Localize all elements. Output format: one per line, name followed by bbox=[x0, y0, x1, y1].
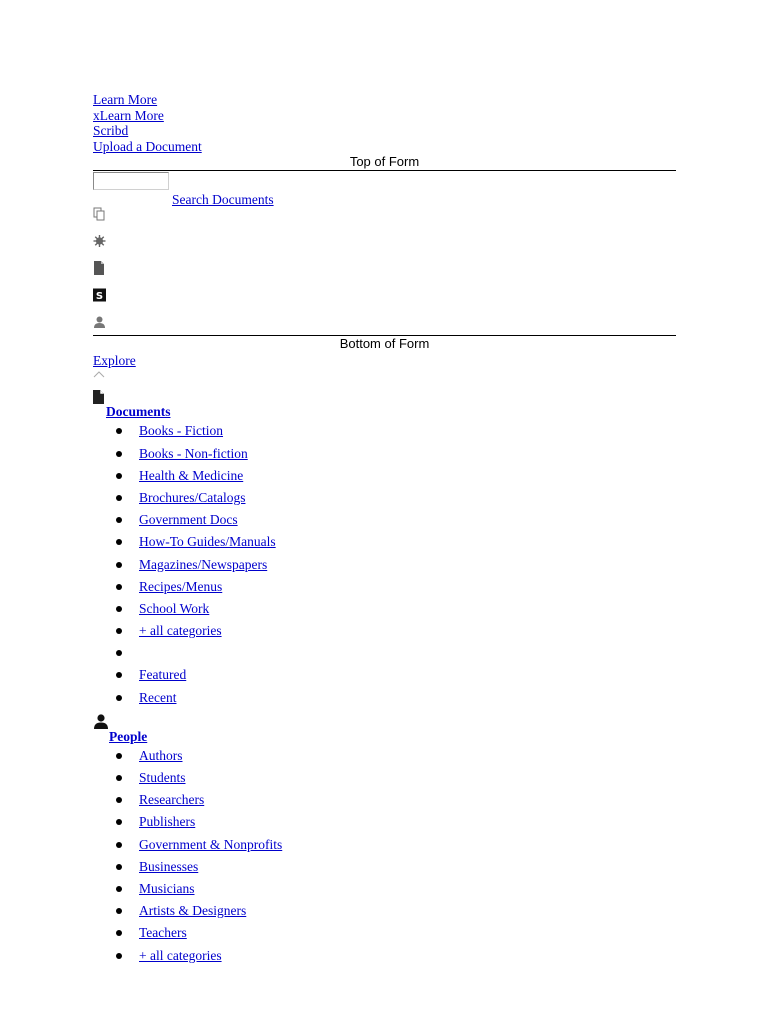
category-link[interactable]: How-To Guides/Manuals bbox=[139, 534, 276, 549]
people-heading-link[interactable]: People bbox=[109, 729, 676, 744]
list-item: Musicians bbox=[116, 881, 676, 903]
top-of-form-label: Top of Form bbox=[349, 154, 420, 170]
gear-icon[interactable] bbox=[93, 234, 106, 248]
documents-heading-link[interactable]: Documents bbox=[106, 404, 676, 419]
page-icon[interactable] bbox=[93, 261, 106, 276]
documents-category-list: Books - Fiction Books - Non-fiction Heal… bbox=[93, 423, 676, 711]
x-learn-more-link[interactable]: xLearn More bbox=[93, 108, 676, 124]
list-item: Artists & Designers bbox=[116, 903, 676, 925]
document-section-icon bbox=[93, 390, 104, 405]
list-item: Publishers bbox=[116, 814, 676, 836]
scribd-logo-icon[interactable]: S bbox=[93, 288, 106, 302]
list-item: Government Docs bbox=[116, 512, 676, 534]
list-item: Researchers bbox=[116, 792, 676, 814]
category-link[interactable]: Books - Non-fiction bbox=[139, 446, 248, 461]
list-item: Books - Non-fiction bbox=[116, 446, 676, 468]
page-content: Learn More xLearn More Scribd Upload a D… bbox=[93, 92, 676, 970]
list-item: Recipes/Menus bbox=[116, 579, 676, 601]
recent-link[interactable]: Recent bbox=[139, 690, 176, 705]
category-link[interactable]: Government Docs bbox=[139, 512, 238, 527]
category-link[interactable]: Authors bbox=[139, 748, 183, 763]
search-documents-link[interactable]: Search Documents bbox=[172, 192, 274, 208]
category-link[interactable]: Teachers bbox=[139, 925, 187, 940]
list-item: School Work bbox=[116, 601, 676, 623]
chevron-up-icon[interactable] bbox=[93, 368, 105, 380]
upload-document-link[interactable]: Upload a Document bbox=[93, 139, 676, 155]
category-link[interactable]: Researchers bbox=[139, 792, 204, 807]
category-link[interactable]: Magazines/Newspapers bbox=[139, 557, 267, 572]
scribd-link[interactable]: Scribd bbox=[93, 123, 676, 139]
list-item: Teachers bbox=[116, 925, 676, 947]
category-link[interactable]: Publishers bbox=[139, 814, 195, 829]
documents-icon[interactable] bbox=[93, 207, 106, 221]
list-item: + all categories bbox=[116, 623, 676, 645]
category-link[interactable]: Recipes/Menus bbox=[139, 579, 222, 594]
list-item: Businesses bbox=[116, 859, 676, 881]
list-item: Students bbox=[116, 770, 676, 792]
list-item: Health & Medicine bbox=[116, 468, 676, 490]
list-item: Authors bbox=[116, 748, 676, 770]
list-item: Books - Fiction bbox=[116, 423, 676, 445]
list-item: Magazines/Newspapers bbox=[116, 557, 676, 579]
empty-list-item bbox=[116, 645, 676, 667]
category-link[interactable]: Brochures/Catalogs bbox=[139, 490, 245, 505]
learn-more-link[interactable]: Learn More bbox=[93, 92, 676, 108]
list-item: How-To Guides/Manuals bbox=[116, 534, 676, 556]
list-item: Brochures/Catalogs bbox=[116, 490, 676, 512]
all-categories-link[interactable]: + all categories bbox=[139, 623, 222, 638]
svg-text:S: S bbox=[96, 291, 103, 302]
list-item: + all categories bbox=[116, 948, 676, 970]
person-icon[interactable] bbox=[93, 315, 106, 329]
form-icon-stack: S bbox=[93, 207, 676, 329]
category-link[interactable]: Students bbox=[139, 770, 186, 785]
people-section-icon bbox=[94, 714, 108, 729]
category-link[interactable]: Books - Fiction bbox=[139, 423, 223, 438]
bottom-of-form-label: Bottom of Form bbox=[339, 336, 430, 352]
featured-link[interactable]: Featured bbox=[139, 667, 186, 682]
top-links: Learn More xLearn More Scribd Upload a D… bbox=[93, 92, 676, 154]
list-item: Recent bbox=[116, 690, 676, 712]
category-link[interactable]: Businesses bbox=[139, 859, 198, 874]
explore-link[interactable]: Explore bbox=[93, 353, 676, 368]
all-categories-link[interactable]: + all categories bbox=[139, 948, 222, 963]
category-link[interactable]: Government & Nonprofits bbox=[139, 837, 282, 852]
list-item: Featured bbox=[116, 667, 676, 689]
people-category-list: Authors Students Researchers Publishers … bbox=[93, 748, 676, 970]
category-link[interactable]: Health & Medicine bbox=[139, 468, 243, 483]
list-item: Government & Nonprofits bbox=[116, 837, 676, 859]
category-link[interactable]: Artists & Designers bbox=[139, 903, 246, 918]
category-link[interactable]: Musicians bbox=[139, 881, 195, 896]
search-row: Search Documents bbox=[93, 171, 676, 207]
search-input[interactable] bbox=[93, 172, 169, 191]
category-link[interactable]: School Work bbox=[139, 601, 209, 616]
